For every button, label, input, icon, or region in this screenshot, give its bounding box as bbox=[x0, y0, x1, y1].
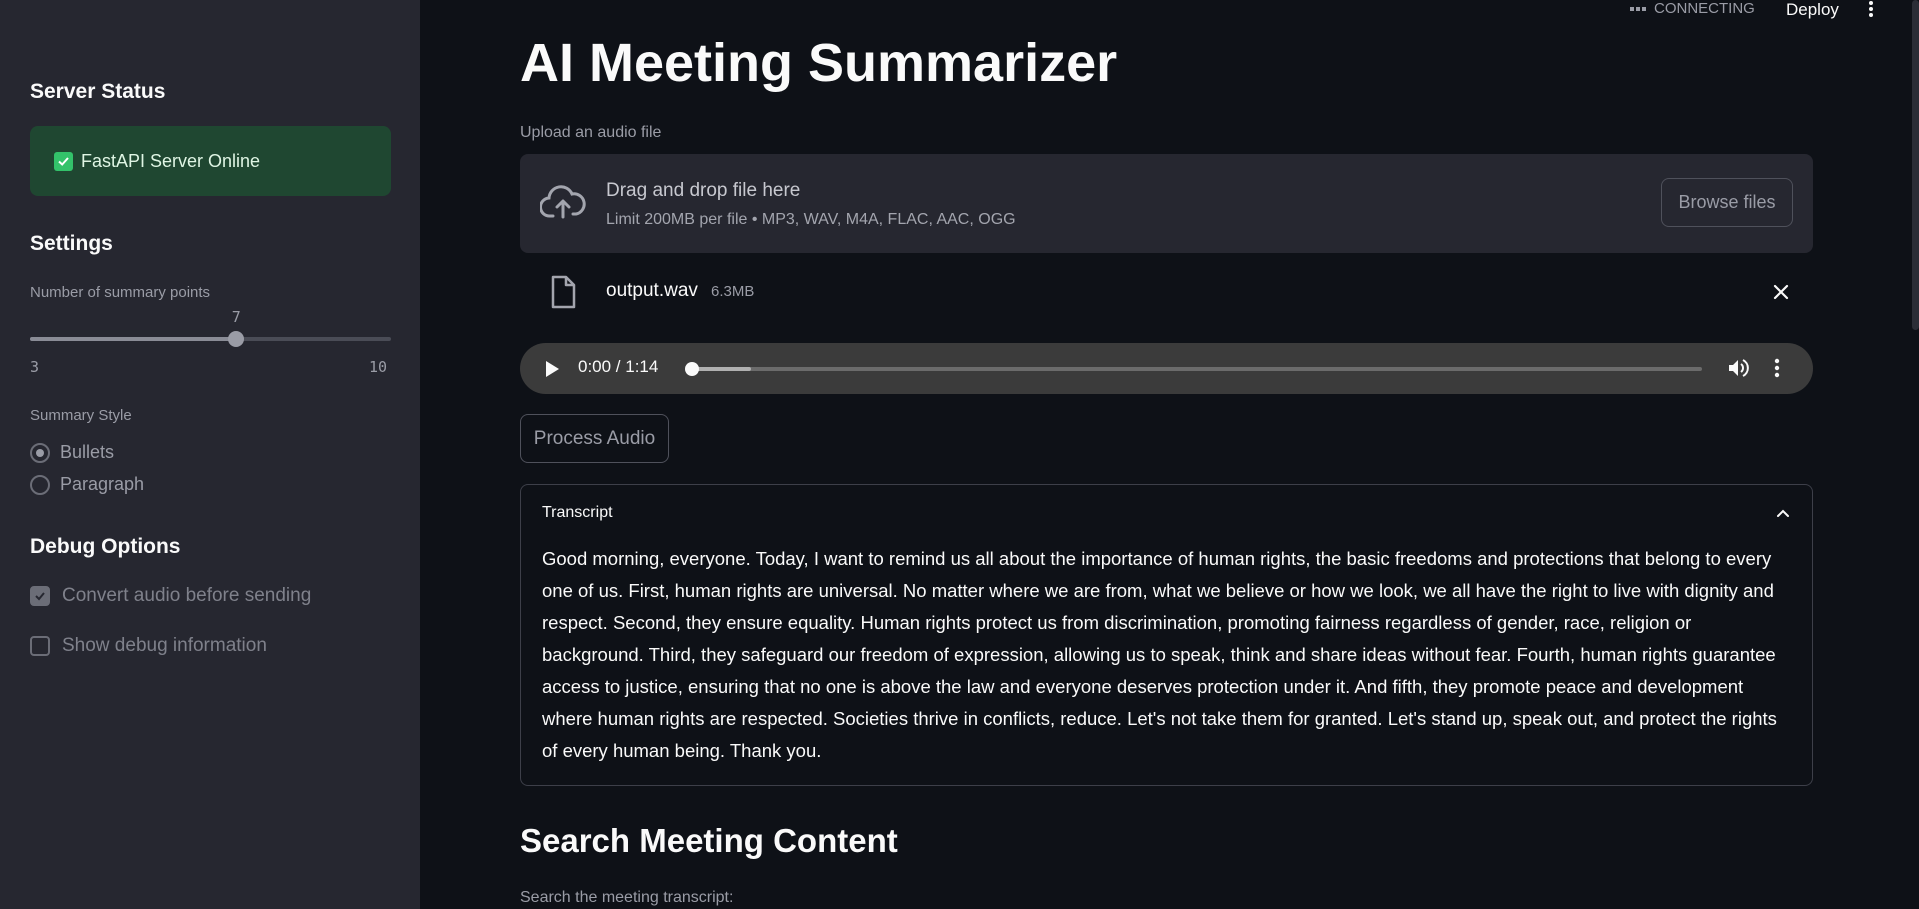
playback-progress-track[interactable] bbox=[685, 362, 1702, 376]
checkbox[interactable] bbox=[30, 636, 50, 656]
slider-value: 7 bbox=[231, 308, 241, 326]
upload-label: Upload an audio file bbox=[520, 124, 662, 141]
server-status-heading: Server Status bbox=[30, 80, 166, 103]
play-icon[interactable] bbox=[544, 360, 560, 383]
upload-cloud-icon bbox=[539, 184, 586, 225]
browse-files-button[interactable]: Browse files bbox=[1661, 178, 1793, 227]
more-vertical-icon[interactable] bbox=[1773, 358, 1781, 383]
deploy-button[interactable]: Deploy bbox=[1786, 0, 1839, 20]
volume-icon[interactable] bbox=[1728, 358, 1750, 383]
settings-heading: Settings bbox=[30, 232, 113, 255]
audio-player: 0:00 / 1:14 bbox=[520, 343, 1813, 394]
uploaded-file: output.wav 6.3MB bbox=[520, 272, 1813, 312]
dropzone-limit: Limit 200MB per file • MP3, WAV, M4A, FL… bbox=[606, 211, 1016, 228]
radio-button[interactable] bbox=[30, 442, 50, 463]
checkbox-label: Convert audio before sending bbox=[62, 585, 312, 606]
scrollbar[interactable] bbox=[1912, 0, 1919, 330]
connection-status-text: CONNECTING bbox=[1654, 0, 1755, 17]
slider-max: 10 bbox=[369, 358, 388, 376]
show-debug-checkbox[interactable]: Show debug information bbox=[30, 635, 267, 657]
checkbox-label: Show debug information bbox=[62, 635, 267, 656]
server-status-text: FastAPI Server Online bbox=[81, 150, 261, 171]
summary-points-slider[interactable] bbox=[30, 331, 391, 347]
radio-paragraph[interactable]: Paragraph bbox=[30, 474, 144, 495]
radio-button[interactable] bbox=[30, 474, 50, 495]
close-icon[interactable] bbox=[1769, 280, 1793, 304]
file-dropzone[interactable]: Drag and drop file here Limit 200MB per … bbox=[520, 154, 1813, 253]
radio-bullets[interactable]: Bullets bbox=[30, 442, 114, 463]
server-status-box: FastAPI Server Online bbox=[30, 126, 391, 196]
convert-audio-checkbox[interactable]: Convert audio before sending bbox=[30, 585, 311, 607]
process-audio-button[interactable]: Process Audio bbox=[520, 414, 669, 463]
file-name: output.wav bbox=[606, 280, 698, 301]
search-label: Search the meeting transcript: bbox=[520, 889, 734, 906]
connecting-dots-icon bbox=[1630, 6, 1646, 11]
summary-points-label: Number of summary points bbox=[30, 284, 211, 301]
debug-options-heading: Debug Options bbox=[30, 535, 181, 558]
transcript-expander: Transcript Good morning, everyone. Today… bbox=[520, 484, 1813, 786]
checkbox[interactable] bbox=[30, 586, 50, 606]
file-icon bbox=[550, 275, 576, 314]
page-title: AI Meeting Summarizer bbox=[520, 33, 1118, 93]
connection-status: CONNECTING bbox=[1630, 0, 1755, 17]
dropzone-title: Drag and drop file here bbox=[606, 180, 801, 201]
radio-label: Paragraph bbox=[60, 474, 145, 494]
file-size: 6.3MB bbox=[711, 283, 755, 300]
radio-label: Bullets bbox=[60, 442, 115, 462]
buffered-bar bbox=[690, 367, 751, 371]
menu-kebab-icon[interactable] bbox=[1866, 0, 1876, 25]
transcript-text: Good morning, everyone. Today, I want to… bbox=[542, 548, 1777, 761]
sidebar: Server Status FastAPI Server Online Sett… bbox=[0, 0, 420, 909]
summary-style-label: Summary Style bbox=[30, 407, 132, 424]
playback-time: 0:00 / 1:14 bbox=[578, 357, 659, 376]
transcript-title[interactable]: Transcript bbox=[542, 504, 613, 522]
check-icon bbox=[54, 151, 73, 171]
chevron-up-icon[interactable] bbox=[1776, 505, 1790, 523]
slider-fill bbox=[30, 337, 237, 341]
playback-thumb[interactable] bbox=[685, 362, 699, 376]
search-heading: Search Meeting Content bbox=[520, 822, 898, 859]
slider-min: 3 bbox=[30, 358, 40, 376]
slider-thumb[interactable] bbox=[228, 331, 245, 347]
